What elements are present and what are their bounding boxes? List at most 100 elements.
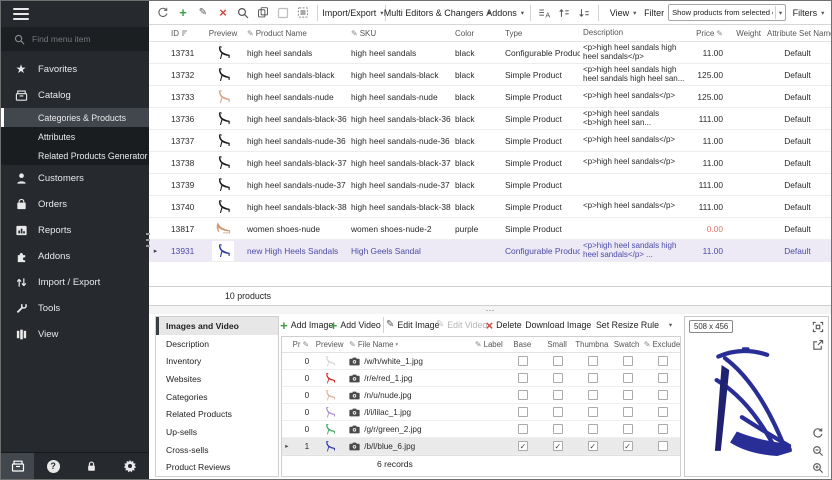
view-button[interactable]: View▾: [604, 4, 639, 22]
settings-button[interactable]: [113, 453, 146, 480]
checkbox-swatch[interactable]: [623, 424, 633, 434]
select-cell-button[interactable]: [274, 4, 292, 22]
column-header-id[interactable]: ID: [162, 29, 202, 38]
search-products-button[interactable]: [234, 4, 252, 22]
tab-websites[interactable]: Websites: [156, 370, 278, 388]
checkbox-small[interactable]: [553, 390, 563, 400]
sidebar-item-categories-products[interactable]: Categories & Products: [1, 108, 149, 127]
refresh-button[interactable]: [154, 4, 172, 22]
tab-inventory[interactable]: Inventory: [156, 352, 278, 370]
column-header-weight[interactable]: Weight: [728, 29, 764, 38]
duplicate-button[interactable]: [294, 4, 312, 22]
rotate-icon[interactable]: [812, 427, 824, 439]
add-image-button[interactable]: +Add Image: [283, 316, 330, 334]
column-header-small[interactable]: Small: [540, 340, 575, 349]
add-product-button[interactable]: +: [174, 4, 192, 22]
sidebar-item-catalog[interactable]: Catalog: [1, 82, 149, 108]
checkbox-exclude[interactable]: [658, 424, 668, 434]
column-header-attribute-set[interactable]: Attribute Set Name: [764, 29, 831, 38]
sidebar-item-reports[interactable]: Reports: [1, 217, 149, 243]
sidebar-item-attributes[interactable]: Attributes: [1, 127, 149, 146]
column-header-preview[interactable]: Preview: [313, 340, 346, 349]
checkbox-thumbnail[interactable]: [588, 373, 598, 383]
column-header-sku[interactable]: ✎SKU: [348, 29, 452, 38]
tab-description[interactable]: Description: [156, 335, 278, 353]
checkbox-swatch[interactable]: ✓: [623, 441, 633, 451]
checkbox-swatch[interactable]: [623, 407, 633, 417]
sidebar-item-view[interactable]: View: [1, 321, 149, 347]
checkbox-small[interactable]: [553, 356, 563, 366]
tab-images-and-video[interactable]: Images and Video: [156, 317, 278, 335]
image-row[interactable]: 0 /g/r/green_2.jpg: [282, 421, 680, 438]
column-header-description[interactable]: Description: [580, 29, 688, 38]
sidebar-item-addons[interactable]: Addons: [1, 243, 149, 269]
checkbox-exclude[interactable]: [658, 356, 668, 366]
column-header-thumbnail[interactable]: Thumbna: [574, 340, 609, 349]
column-header-product-name[interactable]: ✎Product Name: [244, 29, 348, 38]
tab-up-sells[interactable]: Up-sells: [156, 423, 278, 441]
table-row-selected[interactable]: 13931 new High Heels SandalsHigh Geels S…: [149, 240, 831, 262]
zoom-out-icon[interactable]: [812, 445, 824, 457]
fullscreen-icon[interactable]: [812, 321, 824, 333]
checkbox-thumbnail[interactable]: ✓: [588, 441, 598, 451]
table-row[interactable]: 13732 high heel sandals-blackhigh heel s…: [149, 64, 831, 86]
image-row[interactable]: 0 /n/u/nude.jpg: [282, 387, 680, 404]
image-row[interactable]: 0 /w/h/white_1.jpg: [282, 353, 680, 370]
open-external-icon[interactable]: [812, 339, 824, 351]
column-header-base[interactable]: Base: [505, 340, 540, 349]
download-image-button[interactable]: Download Image: [523, 316, 591, 334]
checkbox-exclude[interactable]: [658, 441, 668, 451]
column-header-color[interactable]: Color: [452, 29, 502, 38]
column-header-exclude[interactable]: ✎Exclude: [644, 340, 680, 349]
table-row[interactable]: 13733 high heel sandals-nudehigh heel sa…: [149, 86, 831, 108]
image-row[interactable]: 0 /r/e/red_1.jpg: [282, 370, 680, 387]
edit-image-button[interactable]: ✎Edit Image: [389, 316, 437, 334]
checkbox-small[interactable]: [553, 373, 563, 383]
column-header-type[interactable]: Type: [502, 29, 580, 38]
delete-image-button[interactable]: ×Delete: [487, 316, 521, 334]
import-export-button[interactable]: Import/Export▾: [323, 4, 380, 22]
checkbox-small[interactable]: ✓: [553, 441, 563, 451]
images-toolbar-more-button[interactable]: ▾: [661, 316, 679, 334]
copy-button[interactable]: [254, 4, 272, 22]
checkbox-swatch[interactable]: [623, 356, 633, 366]
horizontal-splitter[interactable]: ⋯: [149, 306, 831, 314]
sidebar-item-related-products-generator[interactable]: Related Products Generator: [1, 146, 149, 165]
help-button[interactable]: ?: [37, 453, 70, 480]
checkbox-small[interactable]: [553, 424, 563, 434]
checkbox-thumbnail[interactable]: [588, 356, 598, 366]
zoom-in-icon[interactable]: [812, 462, 824, 474]
table-row[interactable]: 13731 high heel sandalshigh heel sandals…: [149, 42, 831, 64]
sidebar-item-customers[interactable]: Customers: [1, 165, 149, 191]
checkbox-base[interactable]: [518, 390, 528, 400]
addons-button[interactable]: Addons▾: [483, 4, 525, 22]
checkbox-base[interactable]: [518, 356, 528, 366]
checkbox-thumbnail[interactable]: [588, 424, 598, 434]
set-resize-rule-button[interactable]: Set Resize Rule: [593, 316, 659, 334]
tab-product-reviews[interactable]: Product Reviews: [156, 458, 278, 476]
checkbox-exclude[interactable]: [658, 390, 668, 400]
sidebar-item-import-export[interactable]: Import / Export: [1, 269, 149, 295]
table-row[interactable]: 13736 high heel sandals-black-36high hee…: [149, 108, 831, 130]
filters-button[interactable]: Filters▾: [788, 4, 826, 22]
tab-cross-sells[interactable]: Cross-sells: [156, 441, 278, 459]
table-row[interactable]: 13738 high heel sandals-black-37high hee…: [149, 152, 831, 174]
checkbox-exclude[interactable]: [658, 373, 668, 383]
checkbox-thumbnail[interactable]: [588, 407, 598, 417]
move-down-button[interactable]: [575, 4, 593, 22]
tab-categories[interactable]: Categories: [156, 388, 278, 406]
sort-columns-button[interactable]: A: [535, 4, 553, 22]
checkbox-thumbnail[interactable]: [588, 390, 598, 400]
column-header-pr[interactable]: Pr✎: [292, 340, 313, 349]
table-row[interactable]: 13740 high heel sandals-black-38high hee…: [149, 196, 831, 218]
sidebar-item-favorites[interactable]: ★ Favorites: [1, 56, 149, 82]
checkbox-exclude[interactable]: [658, 407, 668, 417]
checkbox-base[interactable]: [518, 407, 528, 417]
column-header-label[interactable]: ✎Label: [472, 340, 505, 349]
column-header-preview[interactable]: Preview: [202, 29, 244, 38]
tab-related-products[interactable]: Related Products: [156, 405, 278, 423]
checkbox-base[interactable]: [518, 373, 528, 383]
edit-product-button[interactable]: ✎: [194, 4, 212, 22]
checkbox-base[interactable]: [518, 424, 528, 434]
lock-button[interactable]: [75, 453, 108, 480]
